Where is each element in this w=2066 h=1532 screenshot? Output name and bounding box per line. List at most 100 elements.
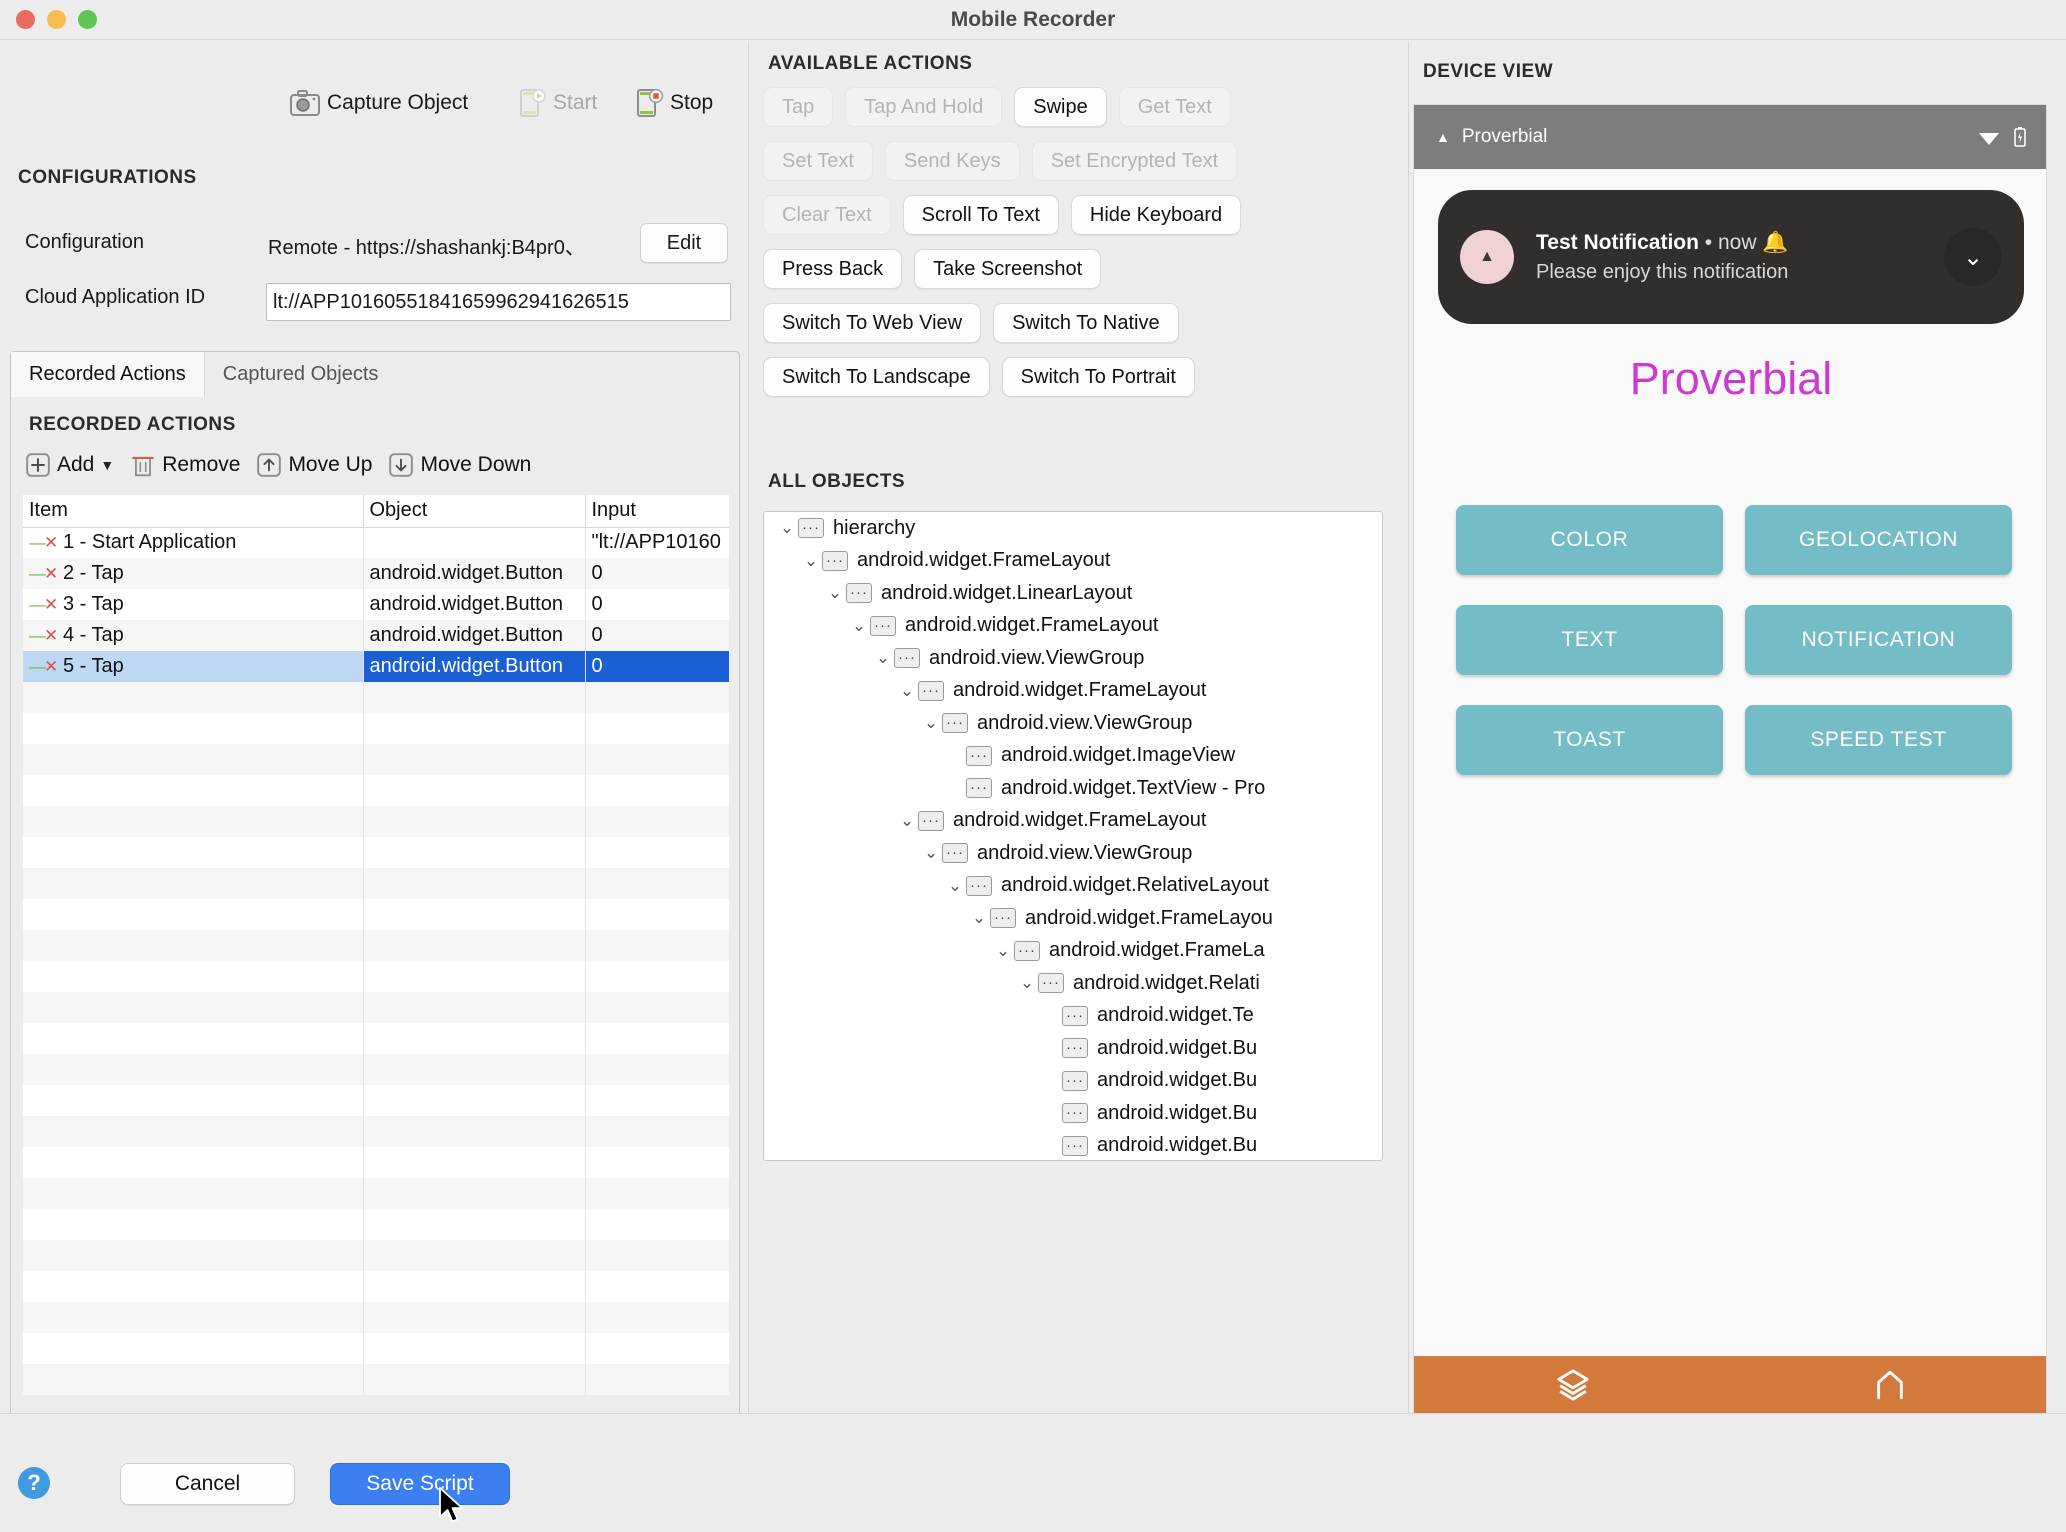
tree-node[interactable]: ⌄ ··· android.widget.FrameLayou — [764, 902, 1382, 935]
chevron-down-icon[interactable]: ⌄ — [848, 616, 870, 636]
tree-node-label: android.view.ViewGroup — [929, 646, 1145, 669]
cloud-app-id-input[interactable] — [266, 283, 731, 321]
table-row[interactable]: —✕ 1 - Start Application "lt://APP10160 — [23, 527, 729, 558]
table-row-empty[interactable] — [23, 1085, 729, 1116]
tree-node[interactable]: ··· android.widget.TextView - Pro — [764, 772, 1382, 805]
table-row-empty[interactable] — [23, 1178, 729, 1209]
table-row-empty[interactable] — [23, 713, 729, 744]
home-icon[interactable] — [1873, 1368, 1907, 1402]
chevron-down-icon[interactable]: ⌄ — [1016, 973, 1038, 993]
table-row-empty[interactable] — [23, 992, 729, 1023]
move-up-button[interactable]: Move Up — [256, 452, 380, 478]
table-row[interactable]: —✕ 4 - Tap android.widget.Button 0 — [23, 620, 729, 651]
action-hide-keyboard[interactable]: Hide Keyboard — [1070, 195, 1242, 235]
tree-node[interactable]: ··· android.widget.Te — [764, 1000, 1382, 1033]
action-switch-to-native[interactable]: Switch To Native — [993, 303, 1179, 343]
table-row-empty[interactable] — [23, 1240, 729, 1271]
app-button-notification[interactable]: NOTIFICATION — [1745, 605, 2012, 675]
app-button-text[interactable]: TEXT — [1456, 605, 1723, 675]
start-button[interactable]: Start — [520, 89, 597, 117]
table-row[interactable]: —✕ 2 - Tap android.widget.Button 0 — [23, 558, 729, 589]
chevron-down-icon[interactable]: ⌄ — [968, 908, 990, 928]
table-row-empty[interactable] — [23, 1364, 729, 1395]
action-swipe[interactable]: Swipe — [1014, 87, 1107, 127]
table-row-empty[interactable] — [23, 1023, 729, 1054]
chevron-down-icon[interactable]: ⌄ — [824, 583, 846, 603]
chevron-down-icon[interactable]: ⌄ — [944, 876, 966, 896]
tab-captured-objects[interactable]: Captured Objects — [205, 352, 397, 397]
object-hierarchy-tree[interactable]: ⌄ ··· hierarchy ⌄ ··· android.widget.FrameLay… — [763, 511, 1383, 1161]
capture-object-button[interactable]: Capture Object — [290, 90, 468, 116]
save-script-button[interactable]: Save Script — [330, 1463, 510, 1505]
table-row-empty[interactable] — [23, 899, 729, 930]
app-button-geolocation[interactable]: GEOLOCATION — [1745, 505, 2012, 575]
tree-node[interactable]: ⌄ ··· android.widget.LinearLayout — [764, 577, 1382, 610]
col-object[interactable]: Object — [363, 495, 586, 528]
remove-action-button[interactable]: Remove — [130, 452, 248, 478]
tree-node[interactable]: ⌄ ··· android.widget.FrameLayout — [764, 545, 1382, 578]
chevron-down-icon[interactable]: ⌄ — [896, 811, 918, 831]
tree-node[interactable]: ⌄ ··· android.view.ViewGroup — [764, 707, 1382, 740]
app-button-color[interactable]: COLOR — [1456, 505, 1723, 575]
tree-node[interactable]: ··· android.widget.Bu — [764, 1130, 1382, 1161]
chevron-down-icon[interactable]: ⌄ — [992, 941, 1014, 961]
table-row[interactable]: —✕ 5 - Tap android.widget.Button 0 — [23, 651, 729, 682]
tree-node[interactable]: ··· android.widget.ImageView — [764, 740, 1382, 773]
edit-configuration-button[interactable]: Edit — [640, 223, 728, 263]
tree-node[interactable]: ⌄ ··· android.widget.RelativeLayout — [764, 870, 1382, 903]
chevron-down-icon[interactable]: ⌄ — [776, 518, 798, 538]
chevron-down-icon[interactable]: ⌄ — [872, 648, 894, 668]
action-scroll-to-text[interactable]: Scroll To Text — [902, 195, 1059, 235]
add-action-button[interactable]: Add ▼ — [25, 452, 122, 478]
table-row-empty[interactable] — [23, 1271, 729, 1302]
table-row-empty[interactable] — [23, 1147, 729, 1178]
tree-node[interactable]: ⌄ ··· android.widget.FrameLayout — [764, 675, 1382, 708]
help-button[interactable]: ? — [18, 1467, 50, 1499]
chevron-down-icon[interactable]: ⌄ — [920, 843, 942, 863]
chevron-down-icon[interactable]: ⌄ — [896, 681, 918, 701]
table-row-empty[interactable] — [23, 1302, 729, 1333]
tree-node[interactable]: ··· android.widget.Bu — [764, 1032, 1382, 1065]
chevron-down-icon[interactable]: ⌄ — [1944, 228, 2002, 286]
table-row-empty[interactable] — [23, 775, 729, 806]
tree-node[interactable]: ⌄ ··· android.view.ViewGroup — [764, 642, 1382, 675]
table-row[interactable]: —✕ 3 - Tap android.widget.Button 0 — [23, 589, 729, 620]
action-switch-to-portrait[interactable]: Switch To Portrait — [1001, 357, 1195, 397]
action-switch-to-landscape[interactable]: Switch To Landscape — [763, 357, 990, 397]
layers-icon[interactable] — [1556, 1368, 1590, 1402]
tree-node[interactable]: ⌄ ··· android.widget.FrameLayout — [764, 610, 1382, 643]
col-input[interactable]: Input — [585, 495, 729, 528]
app-button-toast[interactable]: TOAST — [1456, 705, 1723, 775]
tree-node[interactable]: ··· android.widget.Bu — [764, 1065, 1382, 1098]
action-take-screenshot[interactable]: Take Screenshot — [914, 249, 1102, 289]
tree-node[interactable]: ··· android.widget.Bu — [764, 1097, 1382, 1130]
device-screen[interactable]: ▲ Proverbial ▲ Test Notification • now 🔔… — [1413, 104, 2047, 1414]
action-press-back[interactable]: Press Back — [763, 249, 903, 289]
table-row-empty[interactable] — [23, 744, 729, 775]
tab-recorded-actions[interactable]: Recorded Actions — [11, 352, 205, 397]
table-row-empty[interactable] — [23, 837, 729, 868]
table-row-empty[interactable] — [23, 868, 729, 899]
tree-node[interactable]: ⌄ ··· android.view.ViewGroup — [764, 837, 1382, 870]
tree-node[interactable]: ⌄ ··· android.widget.FrameLayout — [764, 805, 1382, 838]
app-button-speed-test[interactable]: SPEED TEST — [1745, 705, 2012, 775]
table-row-empty[interactable] — [23, 682, 729, 713]
tree-node[interactable]: ⌄ ··· android.widget.Relati — [764, 967, 1382, 1000]
stop-button[interactable]: Stop — [637, 89, 713, 117]
cancel-button[interactable]: Cancel — [120, 1463, 295, 1505]
table-row-empty[interactable] — [23, 930, 729, 961]
chevron-down-icon[interactable]: ⌄ — [920, 713, 942, 733]
table-row-empty[interactable] — [23, 961, 729, 992]
table-row-empty[interactable] — [23, 1209, 729, 1240]
test-notification[interactable]: ▲ Test Notification • now 🔔 Please enjoy… — [1438, 190, 2024, 324]
tree-node[interactable]: ⌄ ··· android.widget.FrameLa — [764, 935, 1382, 968]
move-down-button[interactable]: Move Down — [388, 452, 539, 478]
chevron-down-icon[interactable]: ⌄ — [800, 551, 822, 571]
col-item[interactable]: Item — [23, 495, 364, 528]
tree-node[interactable]: ⌄ ··· hierarchy — [764, 512, 1382, 545]
table-row-empty[interactable] — [23, 806, 729, 837]
table-row-empty[interactable] — [23, 1054, 729, 1085]
action-switch-to-web-view[interactable]: Switch To Web View — [763, 303, 982, 343]
table-row-empty[interactable] — [23, 1333, 729, 1364]
table-row-empty[interactable] — [23, 1116, 729, 1147]
